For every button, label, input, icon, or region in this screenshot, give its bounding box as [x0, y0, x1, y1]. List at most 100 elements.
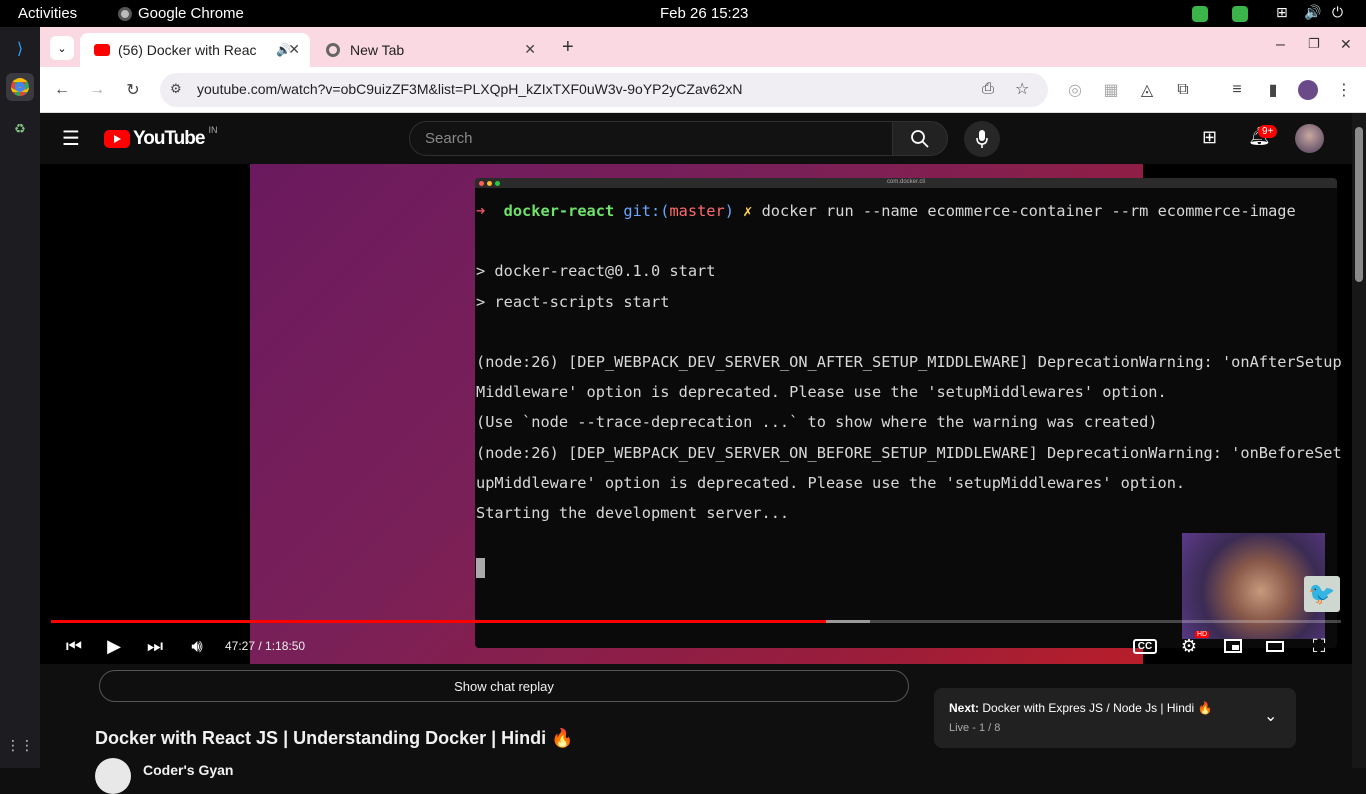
app-menu[interactable]: Google Chrome	[118, 5, 244, 22]
site-info-icon[interactable]: ⚙	[170, 81, 182, 97]
channel-watermark-icon[interactable]: 🐦	[1304, 576, 1340, 612]
side-panel-icon[interactable]: ▮	[1262, 79, 1284, 101]
extension-1-icon[interactable]: ◎	[1064, 79, 1086, 101]
extensions-puzzle-icon[interactable]: ⧉	[1172, 79, 1194, 101]
miniplayer-icon[interactable]	[1219, 632, 1247, 660]
activities-button[interactable]: Activities	[18, 5, 77, 22]
back-icon[interactable]: ←	[51, 79, 73, 101]
video-title: Docker with React JS | Understanding Doc…	[95, 728, 574, 748]
tab-youtube[interactable]: (56) Docker with Reac 🔊 ✕	[80, 33, 310, 67]
theater-mode-icon[interactable]	[1261, 632, 1289, 660]
tab-search-chevron-icon[interactable]: ⌄	[50, 36, 74, 60]
youtube-logo-text: YouTube	[133, 128, 205, 149]
terminal-title: com.docker.cli	[886, 179, 925, 185]
close-tab-icon[interactable]: ✕	[288, 41, 300, 58]
address-bar[interactable]: ⚙ youtube.com/watch?v=obC9uizZF3M&list=P…	[160, 73, 1048, 107]
video-frame: com.docker.cli ➜ docker-react git:(maste…	[250, 164, 1342, 664]
prompt-dir: docker-react	[503, 202, 615, 220]
prompt-branch: master	[669, 202, 725, 220]
terminal-line: Starting the development server...	[476, 504, 790, 523]
previous-icon[interactable]: ⏮	[60, 632, 88, 660]
terminal-line: Middleware' option is deprecated. Please…	[476, 383, 1167, 402]
network-icon[interactable]: ⊞	[1276, 4, 1288, 21]
clock[interactable]: Feb 26 15:23	[660, 5, 748, 22]
next-video-card[interactable]: Next: Docker with Expres JS / Node Js | …	[934, 688, 1296, 748]
tab-strip: ⌄ (56) Docker with Reac 🔊 ✕ New Tab ✕ + …	[40, 27, 1366, 67]
next-icon[interactable]: ⏭	[141, 632, 169, 660]
microphone-icon	[976, 130, 988, 148]
terminal-prompt-line: ➜ docker-react git:(master) ✗ docker run…	[476, 196, 1334, 226]
youtube-logo[interactable]: YouTube IN	[104, 125, 218, 150]
terminal-output: ➜ docker-react git:(master) ✗ docker run…	[476, 196, 1342, 528]
terminal-line: (node:26) [DEP_WEBPACK_DEV_SERVER_ON_AFT…	[476, 353, 1342, 372]
terminal-command: docker run --name ecommerce-container --…	[761, 202, 1296, 220]
chrome-menu-icon[interactable]: ⋮	[1333, 79, 1355, 101]
reload-icon[interactable]: ↻	[122, 79, 144, 101]
progress-played[interactable]	[51, 620, 827, 623]
bookmark-star-icon[interactable]: ☆	[1015, 79, 1029, 99]
terminal-line: upMiddleware' option is deprecated. Plea…	[476, 473, 1186, 492]
next-video-line: Next: Docker with Expres JS / Node Js | …	[949, 701, 1213, 715]
prompt-git-close: )	[724, 202, 734, 220]
close-window-icon[interactable]: ✕	[1340, 36, 1352, 53]
extension-tray-icon[interactable]	[1192, 6, 1208, 22]
new-tab-icon[interactable]: +	[562, 36, 574, 59]
tab-label: New Tab	[350, 42, 405, 58]
voice-search-button[interactable]	[964, 121, 1000, 157]
install-app-icon[interactable]: ⎙	[982, 80, 994, 97]
next-label: Next:	[949, 701, 980, 715]
youtube-play-logo-icon	[104, 130, 130, 148]
terminal-cursor	[476, 558, 485, 578]
vscode-icon[interactable]: ⟩	[6, 35, 34, 63]
show-apps-icon[interactable]: ⋮⋮	[6, 731, 34, 759]
system-top-bar: Activities Google Chrome Feb 26 15:23 ⊞ …	[0, 0, 1366, 27]
url-text[interactable]: youtube.com/watch?v=obC9uizZF3M&list=PLX…	[197, 81, 742, 97]
volume-icon[interactable]: 🔊︎	[183, 632, 211, 660]
chrome-dock-icon[interactable]	[6, 73, 34, 101]
terminal-titlebar: com.docker.cli	[475, 178, 1337, 188]
close-tab-icon[interactable]: ✕	[524, 41, 536, 58]
browser-toolbar: ← → ↻ ⚙ youtube.com/watch?v=obC9uizZF3M&…	[40, 67, 1366, 113]
expand-chevron-icon[interactable]: ⌄	[1264, 706, 1277, 726]
forward-icon[interactable]: →	[86, 79, 108, 101]
video-player[interactable]: com.docker.cli ➜ docker-react git:(maste…	[40, 164, 1352, 664]
create-video-icon[interactable]: ⊞	[1202, 127, 1217, 148]
media-controls-icon[interactable]: ≡	[1226, 79, 1248, 101]
play-icon[interactable]: ▶	[100, 632, 128, 660]
chrome-favicon-icon	[326, 43, 340, 57]
search-icon	[911, 129, 929, 148]
hamburger-menu-icon[interactable]: ☰	[62, 126, 80, 151]
fullscreen-icon[interactable]: ⛶	[1305, 632, 1333, 660]
restore-icon[interactable]: ❐	[1308, 36, 1320, 52]
update-tray-icon[interactable]	[1232, 6, 1248, 22]
show-chat-replay-button[interactable]: Show chat replay	[99, 670, 909, 702]
tab-new-tab[interactable]: New Tab ✕	[312, 33, 546, 67]
youtube-favicon-icon	[94, 44, 110, 56]
power-icon[interactable]: ⏻	[1332, 4, 1343, 21]
captions-icon[interactable]: CC	[1131, 632, 1159, 660]
page-scrollbar[interactable]	[1352, 113, 1366, 768]
next-video-title: Docker with Expres JS / Node Js | Hindi …	[982, 701, 1213, 715]
extension-3-icon[interactable]: ◬	[1136, 79, 1158, 101]
region-code: IN	[208, 125, 218, 135]
channel-avatar[interactable]	[95, 758, 131, 794]
profile-avatar[interactable]	[1298, 80, 1318, 100]
tab-label: (56) Docker with Reac	[118, 42, 257, 58]
search-button[interactable]	[892, 121, 948, 156]
dock: ⟩ ♻ ⋮⋮	[0, 27, 40, 768]
trash-icon[interactable]: ♻	[6, 115, 34, 143]
scrollbar-thumb[interactable]	[1355, 127, 1363, 282]
channel-name[interactable]: Coder's Gyan	[143, 762, 233, 778]
hd-badge: HD	[1195, 631, 1210, 638]
search-input[interactable]: Search	[409, 121, 893, 156]
volume-icon[interactable]: 🔊	[1304, 4, 1321, 21]
minimize-icon[interactable]: –	[1276, 36, 1285, 54]
extension-2-icon[interactable]: ▦	[1100, 79, 1122, 101]
channel-row: Coder's Gyan	[95, 758, 915, 794]
terminal-line: > react-scripts start	[476, 292, 670, 311]
terminal-line: (node:26) [DEP_WEBPACK_DEV_SERVER_ON_BEF…	[476, 443, 1342, 462]
app-menu-label: Google Chrome	[138, 5, 244, 22]
account-avatar[interactable]	[1295, 124, 1324, 153]
